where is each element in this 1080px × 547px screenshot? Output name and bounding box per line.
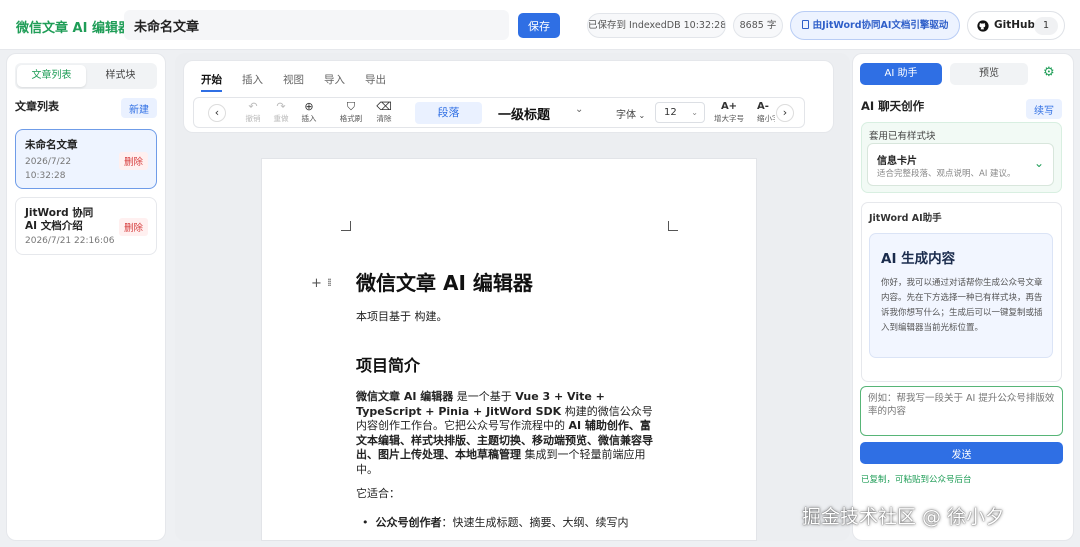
jitword-driven-button[interactable]: 由JitWord协同AI文档引擎驱动 xyxy=(790,11,960,40)
template-select[interactable]: 信息卡片 适合完整段落、观点说明、AI 建议。 ⌄ xyxy=(867,143,1054,186)
redo-icon: ↷ xyxy=(276,100,286,113)
github-label: GitHub xyxy=(994,19,1036,31)
clear-label: 清除 xyxy=(376,114,392,123)
insert-button[interactable]: ⊕ 插入 xyxy=(296,101,322,124)
doc-paragraph: 本项目基于 构建。 xyxy=(356,310,448,323)
tab-ai-assistant[interactable]: AI 助手 xyxy=(860,63,942,85)
article-title: JitWord 协同 AI 文档介绍 xyxy=(25,207,94,232)
chevron-left-icon[interactable]: ‹ xyxy=(208,104,226,122)
tab-export[interactable]: 导出 xyxy=(365,72,386,92)
sidebar-tabs: 文章列表 样式块 xyxy=(15,63,157,89)
ai-card-title: AI 生成内容 xyxy=(881,251,956,267)
doc-heading-1: 微信文章 AI 编辑器 xyxy=(356,271,533,295)
intro-text-1: 是一个基于 xyxy=(453,390,516,403)
driven-label: 由JitWord协同AI文档引擎驱动 xyxy=(812,20,949,31)
chevron-down-icon: ⌄ xyxy=(1033,156,1044,170)
bullet-bold: 公众号创作者 xyxy=(375,516,442,529)
template-label: 套用已有样式块 xyxy=(869,131,936,142)
font-family-label: 字体 xyxy=(616,110,636,121)
undo-icon: ↶ xyxy=(248,100,258,113)
template-name: 信息卡片 xyxy=(877,156,917,167)
article-date: 2026/7/21 22:16:06 xyxy=(25,236,115,246)
tab-start[interactable]: 开始 xyxy=(201,72,222,92)
assistant-heading: AI 聊天创作 xyxy=(861,99,925,113)
shrink-font-label: 缩小字号 xyxy=(757,114,775,123)
article-item[interactable]: JitWord 协同 AI 文档介绍 2026/7/21 22:16:06 删除 xyxy=(15,197,157,255)
template-desc: 适合完整段落、观点说明、AI 建议。 xyxy=(877,169,1016,179)
shrink-font-icon: A- xyxy=(757,101,769,112)
tab-import[interactable]: 导入 xyxy=(324,72,345,92)
doc-fit-label: 它适合： xyxy=(356,487,400,500)
doc-heading-2: 项目简介 xyxy=(356,356,421,375)
clear-format-button[interactable]: ⌫ 清除 xyxy=(372,101,396,124)
article-date: 2026/7/22 10:32:28 xyxy=(25,157,72,181)
document-page[interactable] xyxy=(261,158,757,541)
intro-bold-1: 微信文章 AI 编辑器 xyxy=(356,390,454,403)
continue-writing-button[interactable]: 续写 xyxy=(1026,99,1062,119)
page-corner-mark xyxy=(341,221,351,231)
char-count-badge: 8685 字 xyxy=(733,13,783,38)
send-button[interactable]: 发送 xyxy=(860,442,1063,464)
undo-label: 撤销 xyxy=(245,114,261,123)
app-title: 微信文章 AI 编辑器 xyxy=(16,21,131,36)
tab-preview[interactable]: 预览 xyxy=(950,63,1028,85)
save-status-badge: 已保存到 IndexedDB 10:32:28 xyxy=(587,13,726,38)
chevron-down-icon: ⌄ xyxy=(575,104,584,115)
doc-icon xyxy=(801,20,809,29)
undo-button[interactable]: ↶ 撤销 xyxy=(240,101,266,124)
plus-circle-icon: ⊕ xyxy=(304,100,314,113)
save-button[interactable]: 保存 xyxy=(518,13,560,38)
delete-button[interactable]: 删除 xyxy=(118,218,148,236)
github-count-badge: 1 xyxy=(1034,17,1058,35)
insert-label: 插入 xyxy=(301,114,317,123)
brush-icon: ⛉ xyxy=(346,100,356,113)
tab-view[interactable]: 视图 xyxy=(283,72,304,92)
redo-button[interactable]: ↷ 重做 xyxy=(268,101,294,124)
ribbon-tabs: 开始 插入 视图 导入 导出 xyxy=(201,72,386,92)
sidebar-panel xyxy=(6,53,166,541)
github-button[interactable]: GitHub 1 xyxy=(967,11,1065,40)
new-article-button[interactable]: 新建 xyxy=(121,98,157,118)
grow-font-icon: A+ xyxy=(720,101,738,112)
chevron-right-icon[interactable]: › xyxy=(776,104,794,122)
tab-style-blocks[interactable]: 样式块 xyxy=(86,65,155,87)
chevron-down-icon: ⌄ xyxy=(636,111,646,120)
format-painter-button[interactable]: ⛉ 格式刷 xyxy=(336,101,366,124)
format-painter-label: 格式刷 xyxy=(339,114,363,123)
font-size-select[interactable]: 12 ⌄ xyxy=(655,102,705,123)
ai-card-body: 你好，我可以通过对话帮你生成公众号文章内容。先在下方选择一种已有样式块，再告诉我… xyxy=(881,278,1043,333)
chevron-down-icon: ⌄ xyxy=(691,108,698,117)
tab-article-list[interactable]: 文章列表 xyxy=(17,65,86,87)
prompt-input[interactable] xyxy=(860,386,1063,436)
drag-handle-icon[interactable]: ⁞⁞ xyxy=(327,276,332,289)
watermark: 掘金技术社区 @ 徐小夕 xyxy=(802,506,1005,528)
eraser-icon: ⌫ xyxy=(376,100,392,113)
redo-label: 重做 xyxy=(273,114,289,123)
grow-font-button[interactable]: A+ 增大字号 xyxy=(712,101,746,124)
paragraph-style-button[interactable]: 段落 xyxy=(415,102,482,124)
heading-style-select[interactable]: 一级标题 xyxy=(498,104,550,123)
tab-insert[interactable]: 插入 xyxy=(242,72,263,92)
article-item[interactable]: 未命名文章 2026/7/22 10:32:28 删除 xyxy=(15,129,157,189)
gear-icon[interactable]: ⚙ xyxy=(1043,65,1055,80)
copy-status: 已复制，可粘贴到公众号后台 xyxy=(861,475,972,485)
doc-title-input[interactable] xyxy=(124,10,509,40)
top-bar: 微信文章 AI 编辑器 保存 已保存到 IndexedDB 10:32:28 8… xyxy=(0,0,1080,50)
bullet-text: ：快速生成标题、摘要、大纲、续写内 xyxy=(441,516,629,529)
article-title: 未命名文章 xyxy=(25,139,78,151)
grow-font-label: 增大字号 xyxy=(714,114,744,123)
doc-intro-paragraph: 微信文章 AI 编辑器 是一个基于 Vue 3 + Vite + TypeScr… xyxy=(356,390,656,477)
bot-name: JitWord AI助手 xyxy=(869,213,942,224)
bullet-dot: • xyxy=(362,516,376,529)
add-block-icon[interactable]: + xyxy=(311,276,322,291)
doc-bullet-item: • 公众号创作者：快速生成标题、摘要、大纲、续写内 xyxy=(362,516,662,531)
delete-button[interactable]: 删除 xyxy=(118,152,148,170)
font-size-value: 12 xyxy=(664,107,677,118)
shrink-font-button[interactable]: A- 缩小字号 xyxy=(757,101,775,124)
github-icon xyxy=(977,20,989,32)
sidebar-heading: 文章列表 xyxy=(15,100,59,113)
font-family-select[interactable]: 字体 ⌄ xyxy=(616,106,645,121)
ai-message-card: AI 生成内容 你好，我可以通过对话帮你生成公众号文章内容。先在下方选择一种已有… xyxy=(869,233,1053,358)
page-corner-mark xyxy=(668,221,678,231)
